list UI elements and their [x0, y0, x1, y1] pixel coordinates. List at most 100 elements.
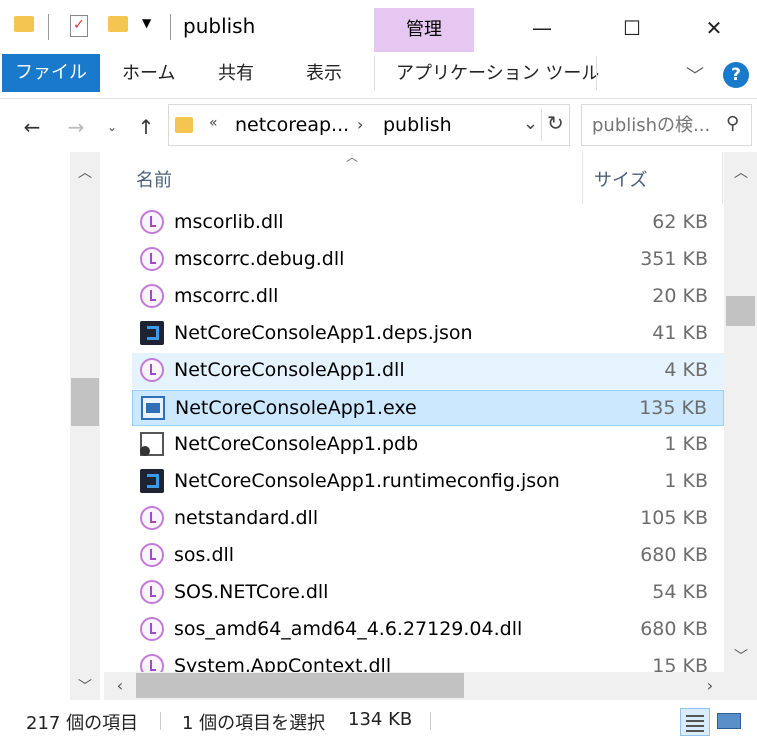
- status-selection-size: 134 KB: [348, 709, 413, 730]
- breadcrumb-separator-icon: ›: [357, 115, 364, 134]
- file-name: NetCoreConsoleApp1.dll: [174, 359, 405, 381]
- nav-scroll-down-icon[interactable]: ﹀: [72, 676, 98, 696]
- address-bar[interactable]: « netcoreap... › publish ⌄ ↻: [168, 104, 570, 146]
- minimize-button[interactable]: —: [520, 8, 564, 48]
- file-name: NetCoreConsoleApp1.runtimeconfig.json: [174, 470, 560, 492]
- back-arrow-icon[interactable]: ←: [20, 112, 44, 142]
- dll-icon: [140, 358, 164, 382]
- column-header-name[interactable]: 名前: [136, 166, 172, 192]
- file-size: 680 KB: [640, 618, 708, 640]
- new-folder-icon[interactable]: [108, 16, 128, 32]
- scroll-left-icon[interactable]: ‹: [108, 676, 132, 695]
- large-icons-view-icon[interactable]: [714, 708, 744, 736]
- file-list: mscorlib.dll 62 KB mscorrc.debug.dll 351 KB…: [104, 204, 724, 672]
- help-icon[interactable]: ?: [723, 62, 749, 88]
- properties-icon[interactable]: ✓: [70, 15, 88, 37]
- file-name: sos_amd64_amd64_4.6.27129.04.dll: [174, 618, 523, 640]
- column-separator[interactable]: [722, 152, 723, 204]
- up-arrow-icon[interactable]: ↑: [134, 112, 158, 142]
- file-row[interactable]: sos_amd64_amd64_4.6.27129.04.dll 680 KB: [132, 612, 724, 648]
- file-size: 62 KB: [652, 211, 708, 233]
- separator: [48, 14, 49, 40]
- nav-scrollbar[interactable]: [70, 152, 100, 700]
- file-name: sos.dll: [174, 544, 235, 566]
- file-size: 135 KB: [639, 397, 707, 419]
- address-dropdown-icon[interactable]: ⌄: [523, 113, 538, 134]
- recent-locations-chevron-icon[interactable]: ⌄: [100, 112, 124, 142]
- tab-view[interactable]: 表示: [306, 54, 342, 92]
- folder-icon: [14, 16, 34, 32]
- status-item-count: 217 個の項目: [26, 713, 139, 734]
- close-button[interactable]: ✕: [692, 8, 736, 48]
- maximize-button[interactable]: ☐: [610, 8, 654, 48]
- file-size: 1 KB: [664, 433, 708, 455]
- file-size: 4 KB: [664, 359, 708, 381]
- ribbon-tabs: [0, 52, 757, 99]
- file-row[interactable]: netstandard.dll 105 KB: [132, 501, 724, 537]
- separator: [541, 109, 542, 141]
- search-icon[interactable]: ⚲: [726, 113, 739, 134]
- quick-access-dropdown-icon[interactable]: ▼: [142, 16, 151, 30]
- file-list-vertical-scrollbar[interactable]: [724, 152, 757, 672]
- search-input[interactable]: [592, 114, 722, 136]
- file-row[interactable]: NetCoreConsoleApp1.pdb 1 KB: [132, 427, 724, 463]
- file-name: NetCoreConsoleApp1.exe: [175, 397, 417, 419]
- separator: [430, 712, 431, 730]
- file-name: mscorrc.debug.dll: [174, 248, 345, 270]
- scroll-up-icon[interactable]: ︿: [727, 162, 755, 182]
- horizontal-scroll-thumb[interactable]: [136, 673, 464, 698]
- breadcrumb-overflow[interactable]: «: [209, 115, 218, 131]
- tab-home[interactable]: ホーム: [122, 54, 175, 92]
- vscode-json-icon: [140, 469, 164, 493]
- separator: [596, 56, 597, 90]
- file-row[interactable]: mscorrc.dll 20 KB: [132, 279, 724, 315]
- file-size: 1 KB: [664, 470, 708, 492]
- file-size: 20 KB: [652, 285, 708, 307]
- pdb-icon: [140, 432, 164, 456]
- refresh-icon[interactable]: ↻: [547, 111, 564, 135]
- dll-icon: [140, 506, 164, 530]
- exe-icon: [141, 396, 165, 420]
- file-size: 680 KB: [640, 544, 708, 566]
- file-name: mscorrc.dll: [174, 285, 279, 307]
- nav-scroll-up-icon[interactable]: ︿: [72, 162, 98, 182]
- dll-icon: [140, 580, 164, 604]
- file-row[interactable]: NetCoreConsoleApp1.dll 4 KB: [132, 353, 724, 389]
- status-selection: 1 個の項目を選択: [182, 713, 326, 734]
- file-name: netstandard.dll: [174, 507, 319, 529]
- breadcrumb-publish[interactable]: publish: [383, 114, 452, 136]
- scroll-corner: [724, 672, 757, 700]
- nav-scroll-thumb[interactable]: [71, 378, 99, 426]
- file-row[interactable]: mscorlib.dll 62 KB: [132, 205, 724, 241]
- file-row[interactable]: mscorrc.debug.dll 351 KB: [132, 242, 724, 278]
- forward-arrow-icon[interactable]: →: [64, 112, 88, 142]
- vertical-scroll-thumb[interactable]: [726, 296, 755, 326]
- dll-icon: [140, 654, 164, 672]
- dll-icon: [140, 210, 164, 234]
- expand-ribbon-icon[interactable]: ﹀: [686, 62, 704, 88]
- search-box[interactable]: ⚲: [581, 104, 752, 146]
- dll-icon: [140, 284, 164, 308]
- tab-manage[interactable]: 管理: [374, 8, 474, 52]
- breadcrumb-netcoreap[interactable]: netcoreap...: [235, 114, 349, 136]
- scroll-down-icon[interactable]: ﹀: [727, 646, 755, 666]
- file-row[interactable]: NetCoreConsoleApp1.runtimeconfig.json 1 K…: [132, 464, 724, 500]
- window-title: publish: [183, 14, 256, 38]
- tab-file[interactable]: ファイル: [2, 54, 100, 92]
- column-header-size[interactable]: サイズ: [594, 166, 647, 192]
- file-row[interactable]: NetCoreConsoleApp1.exe 135 KB: [132, 390, 724, 426]
- tab-application-tools[interactable]: アプリケーション ツール: [396, 54, 599, 92]
- scroll-right-icon[interactable]: ›: [698, 676, 722, 695]
- file-row[interactable]: System.AppContext.dll 15 KB: [132, 649, 724, 672]
- vscode-json-icon: [140, 321, 164, 345]
- file-name: mscorlib.dll: [174, 211, 284, 233]
- file-row[interactable]: sos.dll 680 KB: [132, 538, 724, 574]
- file-row[interactable]: NetCoreConsoleApp1.deps.json 41 KB: [132, 316, 724, 352]
- file-row[interactable]: SOS.NETCore.dll 54 KB: [132, 575, 724, 611]
- file-name: NetCoreConsoleApp1.deps.json: [174, 322, 473, 344]
- column-separator[interactable]: [582, 152, 583, 204]
- tab-manage-label: 管理: [406, 19, 442, 40]
- file-size: 351 KB: [640, 248, 708, 270]
- tab-share[interactable]: 共有: [218, 54, 254, 92]
- details-view-icon[interactable]: [680, 708, 710, 736]
